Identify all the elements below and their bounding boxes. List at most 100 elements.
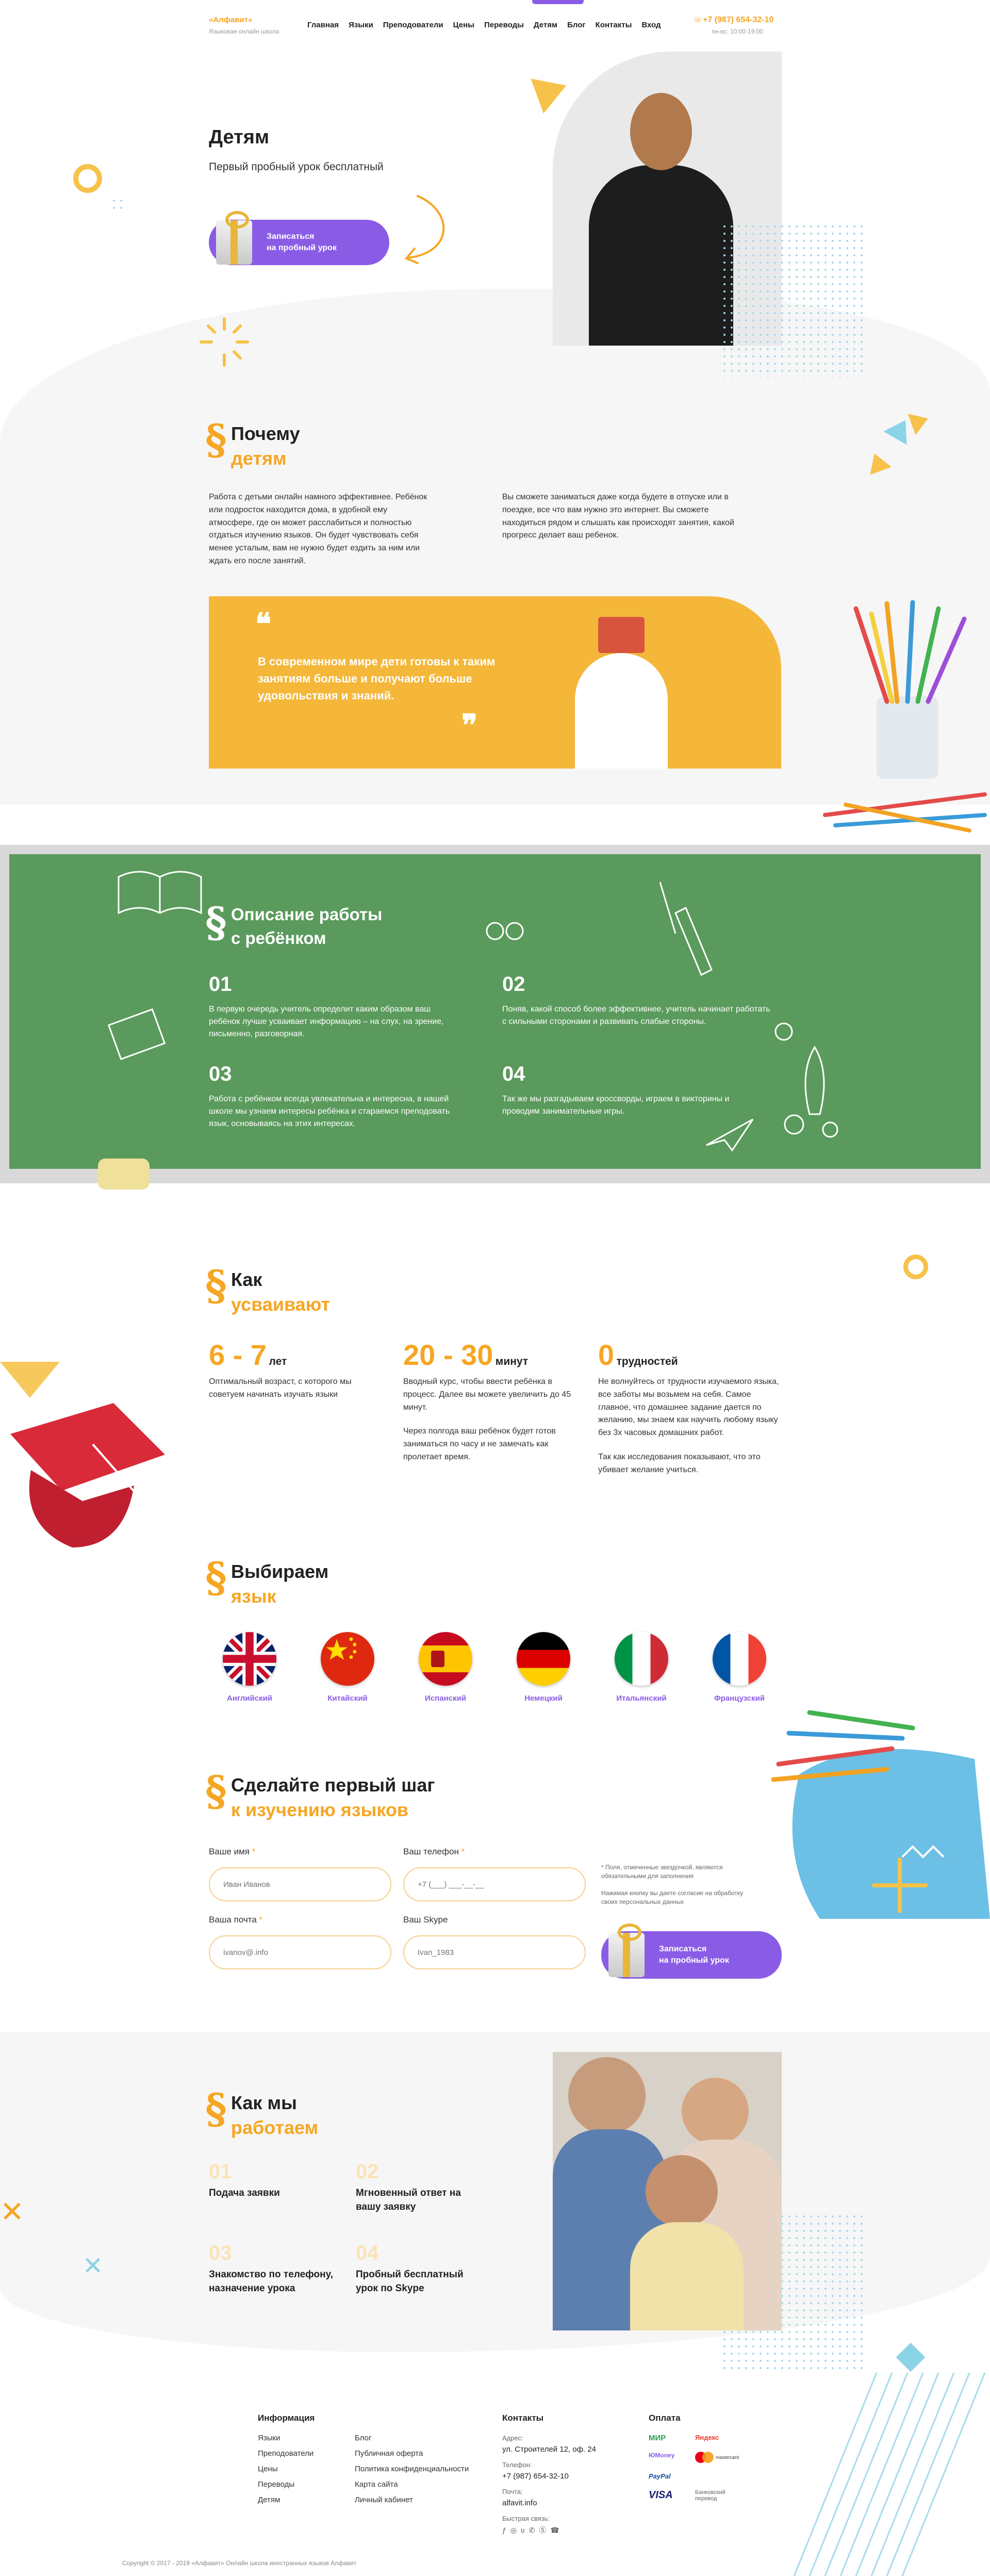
plus-decoration [872, 1857, 928, 1913]
language-chinese[interactable]: Китайский [317, 1632, 378, 1703]
footer-link[interactable]: Политика конфиденциальности [355, 2461, 469, 2477]
students-photo [553, 2052, 782, 2330]
footer-link[interactable]: Языки [258, 2431, 314, 2446]
rocket-icon [774, 1022, 838, 1138]
graduation-cap-decoration [10, 1403, 166, 1547]
footer-link[interactable]: Детям [258, 2492, 314, 2508]
trial-lesson-button[interactable]: Записаться на пробный урок [209, 211, 389, 265]
section-mark-icon: § [205, 2084, 227, 2133]
skype-input[interactable] [403, 1935, 586, 1969]
footer-link[interactable]: Блог [355, 2431, 469, 2446]
nav-item-kids[interactable]: Детям [534, 21, 557, 29]
footer-links-col1: Языки Преподователи Цены Переводы Детям [258, 2431, 314, 2508]
girl-figure [575, 653, 668, 769]
nav-item-languages[interactable]: Языки [349, 21, 373, 29]
phone-input[interactable] [403, 1867, 586, 1901]
whatsapp-icon[interactable]: ✆ [529, 2524, 535, 2536]
pencils-decoration [823, 600, 987, 833]
nav-item-login[interactable]: Вход [641, 21, 661, 29]
ring-decoration [903, 1254, 928, 1279]
footer-address: ул. Строителей 12, оф. 24 [502, 2445, 596, 2454]
footer-contacts-title: Контакты [502, 2413, 544, 2423]
section-mark-icon: § [205, 415, 227, 464]
footer-link[interactable]: Цены [258, 2461, 314, 2477]
language-label: Английский [226, 1694, 273, 1703]
footer-link[interactable]: Карта сайта [355, 2477, 469, 2492]
nav-item-prices[interactable]: Цены [453, 21, 474, 29]
language-label: Испанский [425, 1694, 466, 1703]
language-english[interactable]: Английский [219, 1632, 280, 1703]
footer-link[interactable]: Переводы [258, 2477, 314, 2492]
step-text: Подача заявки [209, 2188, 280, 2198]
board-item-number: 04 [502, 1063, 525, 1085]
footer-link[interactable]: Личный кабинет [355, 2492, 469, 2508]
footer-link[interactable]: Преподователи [258, 2446, 314, 2461]
language-spanish[interactable]: Испанский [415, 1632, 476, 1703]
language-french[interactable]: Французский [708, 1632, 770, 1703]
nav-item-blog[interactable]: Блог [567, 21, 586, 29]
header-phone[interactable]: +7 (987) 654-32-10 [703, 15, 773, 25]
skype-icon[interactable]: Ⓢ [539, 2524, 546, 2536]
board-title-second: с ребёнком [231, 928, 326, 948]
quote-close-icon: ❞ [461, 708, 478, 743]
form-submit-button[interactable]: Записаться на пробный урок [601, 1923, 782, 1979]
active-nav-indicator [532, 0, 584, 4]
footer-link[interactable]: Публичная оферта [355, 2446, 469, 2461]
consent-note: Нажимая кнопку вы даете согласие на обра… [601, 1889, 744, 1905]
name-label: Ваше имя * [209, 1847, 256, 1856]
mir-logo: МИР [649, 2434, 666, 2442]
section-mark-icon: § [205, 1553, 227, 1602]
logo[interactable]: «Алфавит» [209, 15, 252, 24]
nav-item-contacts[interactable]: Контакты [596, 21, 632, 29]
stat-text: Вводный курс, чтобы ввести ребёнка в про… [403, 1377, 571, 1412]
paper-plane-icon [706, 1118, 754, 1152]
language-label: Французский [714, 1694, 765, 1703]
facebook-icon[interactable]: ƒ [502, 2524, 506, 2536]
uk-flag-icon [223, 1632, 276, 1686]
france-flag-icon [713, 1632, 766, 1686]
gift-icon [216, 211, 252, 265]
language-label: Китайский [327, 1694, 368, 1703]
social-icons: ƒ ◎ ʋ ✆ Ⓢ ☎ [502, 2524, 596, 2536]
boy-head [630, 93, 692, 170]
why-title: Почему [231, 423, 300, 444]
germany-flag-icon [517, 1632, 570, 1686]
arrow-decoration [404, 195, 445, 264]
pencil-icon [659, 882, 713, 976]
language-german[interactable]: Немецкий [513, 1632, 574, 1703]
viber-icon[interactable]: ☎ [550, 2524, 559, 2536]
board-item-text: Так же мы разгадываем кроссворды, играем… [502, 1095, 730, 1116]
stat-text-extra: Через полгода ваш ребёнок будет готов за… [403, 1427, 556, 1461]
email-input[interactable] [209, 1935, 391, 1969]
board-item: 03 Работа с ребёнком всегда увлекательна… [209, 1063, 467, 1130]
language-label: Немецкий [524, 1694, 563, 1703]
visa-logo: VISA [649, 2489, 673, 2501]
section-mark-icon: § [205, 898, 227, 947]
nav-item-teachers[interactable]: Преподователи [383, 21, 443, 29]
working-hours: пн-вс: 10:00-19:00 [712, 28, 764, 35]
name-input[interactable] [209, 1867, 391, 1901]
yoomoney-logo: ЮMoney [649, 2452, 675, 2459]
cta-label: Записаться на пробный урок [659, 1945, 729, 1965]
why-text-right: Вы сможете заниматься даже когда будете … [502, 493, 734, 540]
footer-phone[interactable]: +7 (987) 654-32-10 [502, 2471, 596, 2482]
nav-item-home[interactable]: Главная [307, 21, 339, 29]
nav-item-translations[interactable]: Переводы [484, 21, 524, 29]
step-number: 04 [356, 2242, 379, 2264]
cta-label: Записаться на пробный урок [267, 232, 337, 252]
instagram-icon[interactable]: ◎ [510, 2524, 517, 2536]
stat-age: 6 - 7 лет Оптимальный возраст, с которог… [209, 1338, 384, 1401]
work-title-accent: работаем [231, 2117, 319, 2138]
vk-icon[interactable]: ʋ [521, 2524, 525, 2536]
quote-text: В современном мире дети готовы к таким з… [258, 655, 496, 702]
page-title: Детям [209, 126, 270, 148]
board-item: 04 Так же мы разгадываем кроссворды, игр… [502, 1063, 750, 1118]
footer-email[interactable]: alfavit.info [502, 2498, 596, 2509]
how-title-accent: усваивают [231, 1294, 331, 1315]
stat-text: Оптимальный возраст, с которого мы совет… [209, 1377, 352, 1399]
stat-unit: трудностей [616, 1356, 678, 1367]
language-italian[interactable]: Итальянский [610, 1632, 672, 1703]
languages-title-accent: язык [231, 1586, 276, 1607]
spain-flag-icon [419, 1632, 472, 1686]
copyright: Copyright © 2017 - 2019 «Алфавит» Онлайн… [122, 2559, 357, 2567]
